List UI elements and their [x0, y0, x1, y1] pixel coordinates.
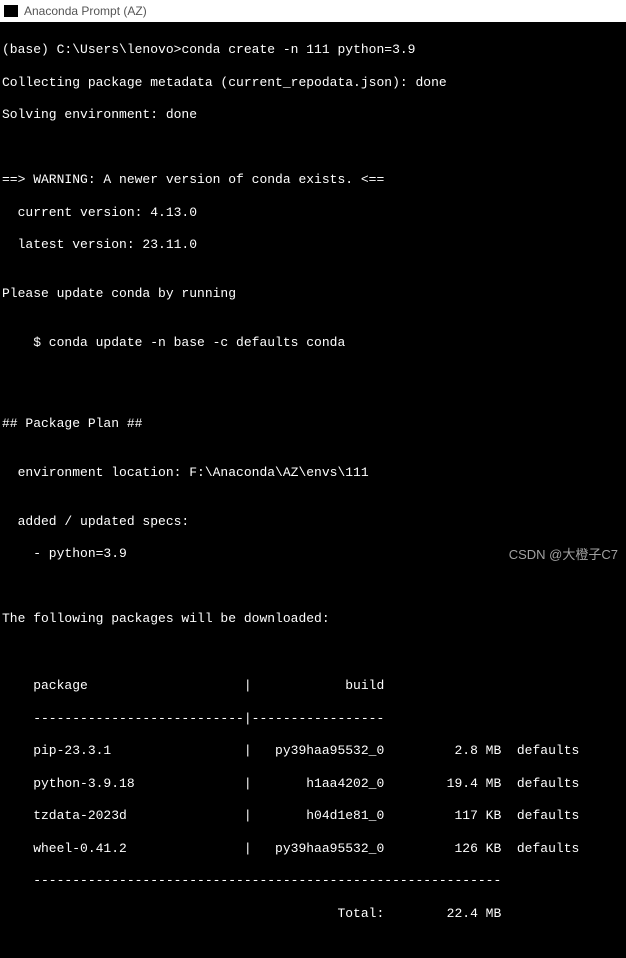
table-rule: ---------------------------|------------… — [2, 711, 624, 727]
terminal-output[interactable]: (base) C:\Users\lenovo>conda create -n 1… — [0, 22, 626, 958]
output-line: Collecting package metadata (current_rep… — [2, 75, 624, 91]
package-table: package | build ------------------------… — [2, 662, 624, 938]
app-icon — [4, 5, 18, 17]
table-header: package | build — [2, 678, 624, 694]
prompt-command: conda create -n 111 python=3.9 — [181, 42, 415, 57]
warning-line: current version: 4.13.0 — [2, 205, 624, 221]
table-row: wheel-0.41.2 | py39haa95532_0 126 KB def… — [2, 841, 624, 857]
env-location: environment location: F:\Anaconda\AZ\env… — [2, 465, 624, 481]
spec-line: - python=3.9 — [2, 546, 624, 562]
specs-header: added / updated specs: — [2, 514, 624, 530]
update-command-line: $ conda update -n base -c defaults conda — [2, 335, 624, 351]
table-row: pip-23.3.1 | py39haa95532_0 2.8 MB defau… — [2, 743, 624, 759]
table-row: python-3.9.18 | h1aa4202_0 19.4 MB defau… — [2, 776, 624, 792]
plan-header: ## Package Plan ## — [2, 416, 624, 432]
warning-line: latest version: 23.11.0 — [2, 237, 624, 253]
output-line: Please update conda by running — [2, 286, 624, 302]
download-header: The following packages will be downloade… — [2, 611, 624, 627]
window-title: Anaconda Prompt (AZ) — [24, 4, 147, 18]
table-rule: ----------------------------------------… — [2, 873, 624, 889]
window-titlebar: Anaconda Prompt (AZ) — [0, 0, 626, 22]
prompt-line: (base) C:\Users\lenovo>conda create -n 1… — [2, 42, 624, 58]
warning-line: ==> WARNING: A newer version of conda ex… — [2, 172, 624, 188]
prompt-cwd: (base) C:\Users\lenovo> — [2, 42, 181, 57]
output-line: Solving environment: done — [2, 107, 624, 123]
table-row: tzdata-2023d | h04d1e81_0 117 KB default… — [2, 808, 624, 824]
table-total: Total: 22.4 MB — [2, 906, 624, 922]
